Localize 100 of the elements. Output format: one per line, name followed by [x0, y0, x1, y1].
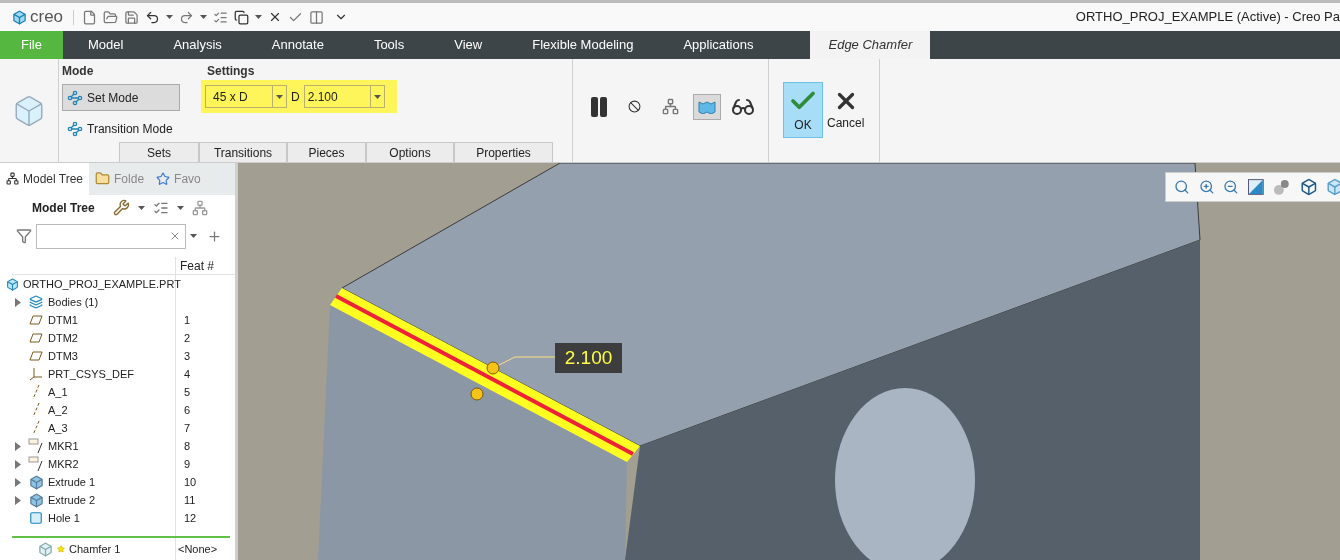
- tree-item[interactable]: MKR1: [48, 437, 79, 455]
- save-icon[interactable]: [124, 9, 140, 25]
- feature-number: 3: [183, 348, 191, 364]
- refit-icon[interactable]: [1174, 179, 1190, 195]
- tree-item[interactable]: DTM1: [48, 311, 78, 329]
- dimension-label[interactable]: 2.100: [555, 343, 622, 373]
- no-entry-icon: [628, 100, 641, 113]
- star-icon: [156, 171, 171, 186]
- menu-tab[interactable]: Edge Chamfer: [810, 31, 931, 59]
- open-folder-icon[interactable]: [103, 9, 119, 25]
- cancel-button[interactable]: Cancel: [827, 82, 865, 138]
- mode-icon: [67, 89, 83, 106]
- ok-button[interactable]: OK: [783, 82, 823, 138]
- expand-arrow-icon[interactable]: [15, 297, 21, 307]
- zoom-out-icon[interactable]: [1223, 179, 1240, 195]
- mode-button[interactable]: Transition Mode: [62, 115, 180, 142]
- tree-item[interactable]: MKR2: [48, 455, 79, 473]
- d-label: D: [291, 88, 300, 106]
- panel-title: Model Tree: [32, 200, 95, 217]
- tools-icon[interactable]: [112, 199, 130, 217]
- column-header: Feat #: [179, 258, 215, 274]
- marker-icon: [28, 438, 44, 454]
- mode-button[interactable]: Set Mode: [62, 84, 180, 111]
- feature-number: 11: [183, 492, 196, 508]
- cube-icon: [28, 492, 44, 508]
- dashed-line-icon: [32, 420, 40, 436]
- tree-item[interactable]: Bodies (1): [48, 293, 99, 311]
- redo-icon[interactable]: [179, 9, 195, 25]
- tree-item[interactable]: Extrude 2: [48, 491, 96, 509]
- menu-tab[interactable]: Flexible Modeling: [507, 31, 659, 59]
- tree-item[interactable]: DTM3: [48, 347, 78, 365]
- feature-number: 12: [183, 510, 197, 526]
- folded-sheets-icon: [697, 99, 716, 114]
- parallelogram-icon: [29, 315, 43, 325]
- drag-handle[interactable]: [470, 387, 484, 401]
- feature-number: 2: [183, 330, 191, 346]
- axes-icon: [29, 367, 43, 381]
- feature-number: 5: [183, 384, 191, 400]
- caret-icon: [176, 206, 184, 210]
- undo-icon[interactable]: [145, 9, 161, 25]
- tree-item[interactable]: Chamfer 1: [69, 540, 121, 558]
- stacked-cubes-icon: [29, 295, 43, 309]
- feature-number: 1: [183, 312, 191, 328]
- list-icon[interactable]: [152, 200, 169, 216]
- menu-tab[interactable]: Analysis: [148, 31, 247, 59]
- menu-tab[interactable]: View: [429, 31, 508, 59]
- view-cube-icon[interactable]: [1326, 178, 1340, 196]
- distance-field[interactable]: 2.100: [303, 85, 385, 108]
- mode-icon: [67, 120, 83, 137]
- caret-icon: [166, 15, 174, 19]
- feature-number: 8: [183, 438, 191, 454]
- windows-icon[interactable]: [234, 9, 250, 25]
- caret-icon: [190, 234, 197, 239]
- tree-item[interactable]: A_1: [48, 383, 68, 401]
- caret-icon: [137, 206, 145, 210]
- group-title: Mode: [62, 63, 95, 80]
- panel-tab[interactable]: Pieces: [287, 142, 366, 162]
- drag-handle[interactable]: [486, 361, 500, 375]
- tree-icon: [6, 172, 19, 186]
- cube-icon: [28, 474, 44, 490]
- dashed-line-icon: [32, 384, 40, 400]
- tree-item[interactable]: Extrude 1: [48, 473, 96, 491]
- feature-number: 10: [183, 474, 197, 490]
- panel-tab[interactable]: Sets: [119, 142, 199, 162]
- tree-item[interactable]: ORTHO_PROJ_EXAMPLE.PRT: [23, 275, 181, 293]
- caret-icon: [200, 15, 208, 19]
- search-field[interactable]: [36, 223, 186, 249]
- feature-number: 4: [183, 366, 191, 382]
- panels-icon[interactable]: [309, 9, 325, 25]
- group-title: Settings: [207, 63, 256, 80]
- spheres-icon[interactable]: [1272, 179, 1291, 195]
- dashed-line-icon: [32, 402, 40, 418]
- feature-number: 9: [183, 456, 191, 472]
- panel-tab[interactable]: Options: [366, 142, 454, 162]
- panel-tab[interactable]: Transitions: [199, 142, 287, 162]
- menu-tab[interactable]: Tools: [348, 31, 430, 59]
- new-file-icon[interactable]: [82, 9, 98, 25]
- menu-tab[interactable]: Model: [63, 31, 149, 59]
- tree-settings-icon[interactable]: [191, 200, 208, 216]
- tree-item[interactable]: A_3: [48, 419, 68, 437]
- caret-icon: [373, 94, 381, 99]
- add-icon[interactable]: [207, 228, 222, 244]
- menu-tab[interactable]: Applications: [658, 31, 779, 59]
- tree-item[interactable]: PRT_CSYS_DEF: [48, 365, 134, 383]
- window-title: ORTHO_PROJ_EXAMPLE (Active) - Creo Pa: [1075, 8, 1340, 27]
- tree-item[interactable]: A_2: [48, 401, 68, 419]
- tree-item[interactable]: DTM2: [48, 329, 78, 347]
- new-feature-star-icon: [57, 545, 65, 553]
- feature-number: 6: [183, 402, 191, 418]
- cube-icon[interactable]: [1299, 178, 1318, 196]
- menu-tab[interactable]: Annotate: [246, 31, 349, 59]
- app-logo: creo: [30, 6, 64, 29]
- chamfer-type-dropdown[interactable]: 45 x D: [205, 85, 287, 108]
- marker-icon: [28, 456, 44, 472]
- parallelogram-icon: [29, 351, 43, 361]
- zoom-in-icon[interactable]: [1198, 179, 1215, 195]
- panel-tab[interactable]: Model Tree: [0, 163, 90, 195]
- panel-tab[interactable]: Properties: [454, 142, 553, 162]
- tree-item[interactable]: Hole 1: [48, 509, 80, 527]
- feature-number: 7: [183, 420, 191, 436]
